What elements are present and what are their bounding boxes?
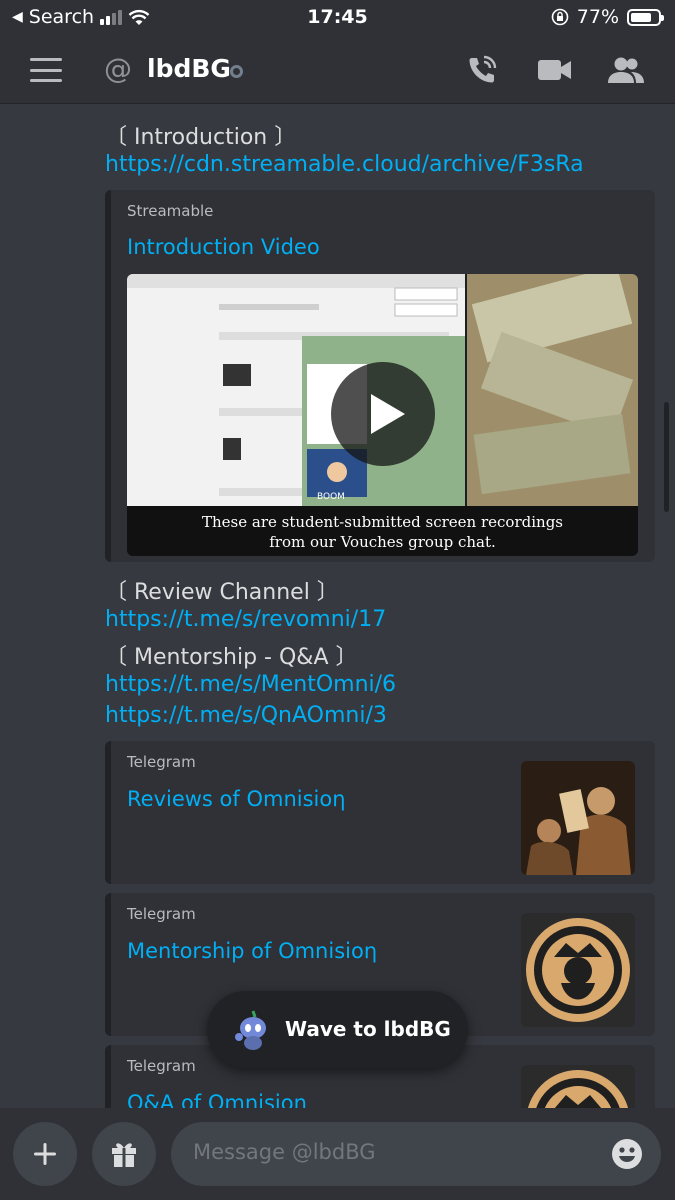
streamable-embed: Streamable Introduction Video BOOM These… (105, 190, 655, 562)
embed-title-link[interactable]: Mentorship of Omnisioη (127, 939, 377, 963)
video-screen-text: BOOM (317, 492, 345, 502)
channel-header: @ lbdBG (0, 36, 675, 104)
voice-call-icon[interactable] (466, 54, 498, 86)
message-link[interactable]: https://t.me/s/revomni/17 (105, 607, 386, 632)
embed-title-link[interactable]: Introduction Video (127, 235, 320, 259)
video-caption: These are student-submitted screen recor… (127, 512, 638, 552)
embed-thumbnail[interactable] (521, 913, 635, 1027)
menu-icon[interactable] (30, 58, 62, 82)
caption-line-2: from our Vouches group chat. (269, 533, 496, 551)
telegram-embed: Telegram Reviews of Omnisioη (105, 741, 655, 884)
members-icon[interactable] (607, 56, 645, 84)
battery-percent: 77% (576, 6, 619, 28)
play-icon[interactable] (331, 362, 435, 466)
message-feed[interactable]: 〔 Introduction 〕 https://cdn.streamable.… (0, 105, 675, 1110)
status-bar: ◀ Search 17:45 77% (0, 0, 675, 36)
video-call-icon[interactable] (537, 58, 573, 82)
emoji-icon[interactable] (611, 1138, 643, 1170)
orientation-lock-icon (551, 8, 569, 26)
embed-provider: Streamable (127, 202, 214, 220)
scrollbar[interactable] (664, 402, 669, 512)
dm-user-name[interactable]: lbdBG (147, 54, 231, 83)
message-link[interactable]: https://t.me/s/QnAOmni/3 (105, 703, 387, 728)
message-composer (0, 1108, 675, 1200)
gift-icon (112, 1143, 136, 1167)
caption-line-1: These are student-submitted screen recor… (201, 513, 563, 531)
wumpus-wave-icon (235, 1010, 266, 1050)
omnision-logo-image (521, 1065, 635, 1110)
message-link[interactable]: https://cdn.streamable.cloud/archive/F3s… (105, 152, 584, 177)
embed-thumbnail[interactable] (521, 1065, 635, 1110)
wave-label: Wave to lbdBG (285, 1017, 451, 1041)
message-input[interactable] (193, 1140, 593, 1164)
message-text: 〔 Review Channel 〕 (105, 580, 339, 605)
message-text: 〔 Mentorship - Q&A 〕 (105, 645, 358, 670)
embed-provider: Telegram (127, 1057, 196, 1075)
embed-provider: Telegram (127, 905, 196, 923)
message-input-container (171, 1122, 661, 1186)
battery-icon (627, 8, 664, 26)
add-attachment-button[interactable] (13, 1122, 77, 1186)
message-link[interactable]: https://t.me/s/MentOmni/6 (105, 672, 396, 697)
gift-button[interactable] (92, 1122, 156, 1186)
embed-provider: Telegram (127, 753, 196, 771)
video-thumbnail[interactable]: BOOM These are student-submitted screen … (127, 274, 638, 556)
embed-title-link[interactable]: Reviews of Omnisioη (127, 787, 346, 811)
scholars-image (521, 761, 635, 875)
at-icon: @ (104, 52, 132, 85)
wave-button[interactable]: Wave to lbdBG (207, 991, 468, 1068)
embed-thumbnail[interactable] (521, 761, 635, 875)
plus-icon (34, 1143, 56, 1165)
omnision-logo-image (521, 913, 635, 1027)
offline-status-icon (230, 65, 243, 78)
message-text: 〔 Introduction 〕 (105, 125, 297, 150)
